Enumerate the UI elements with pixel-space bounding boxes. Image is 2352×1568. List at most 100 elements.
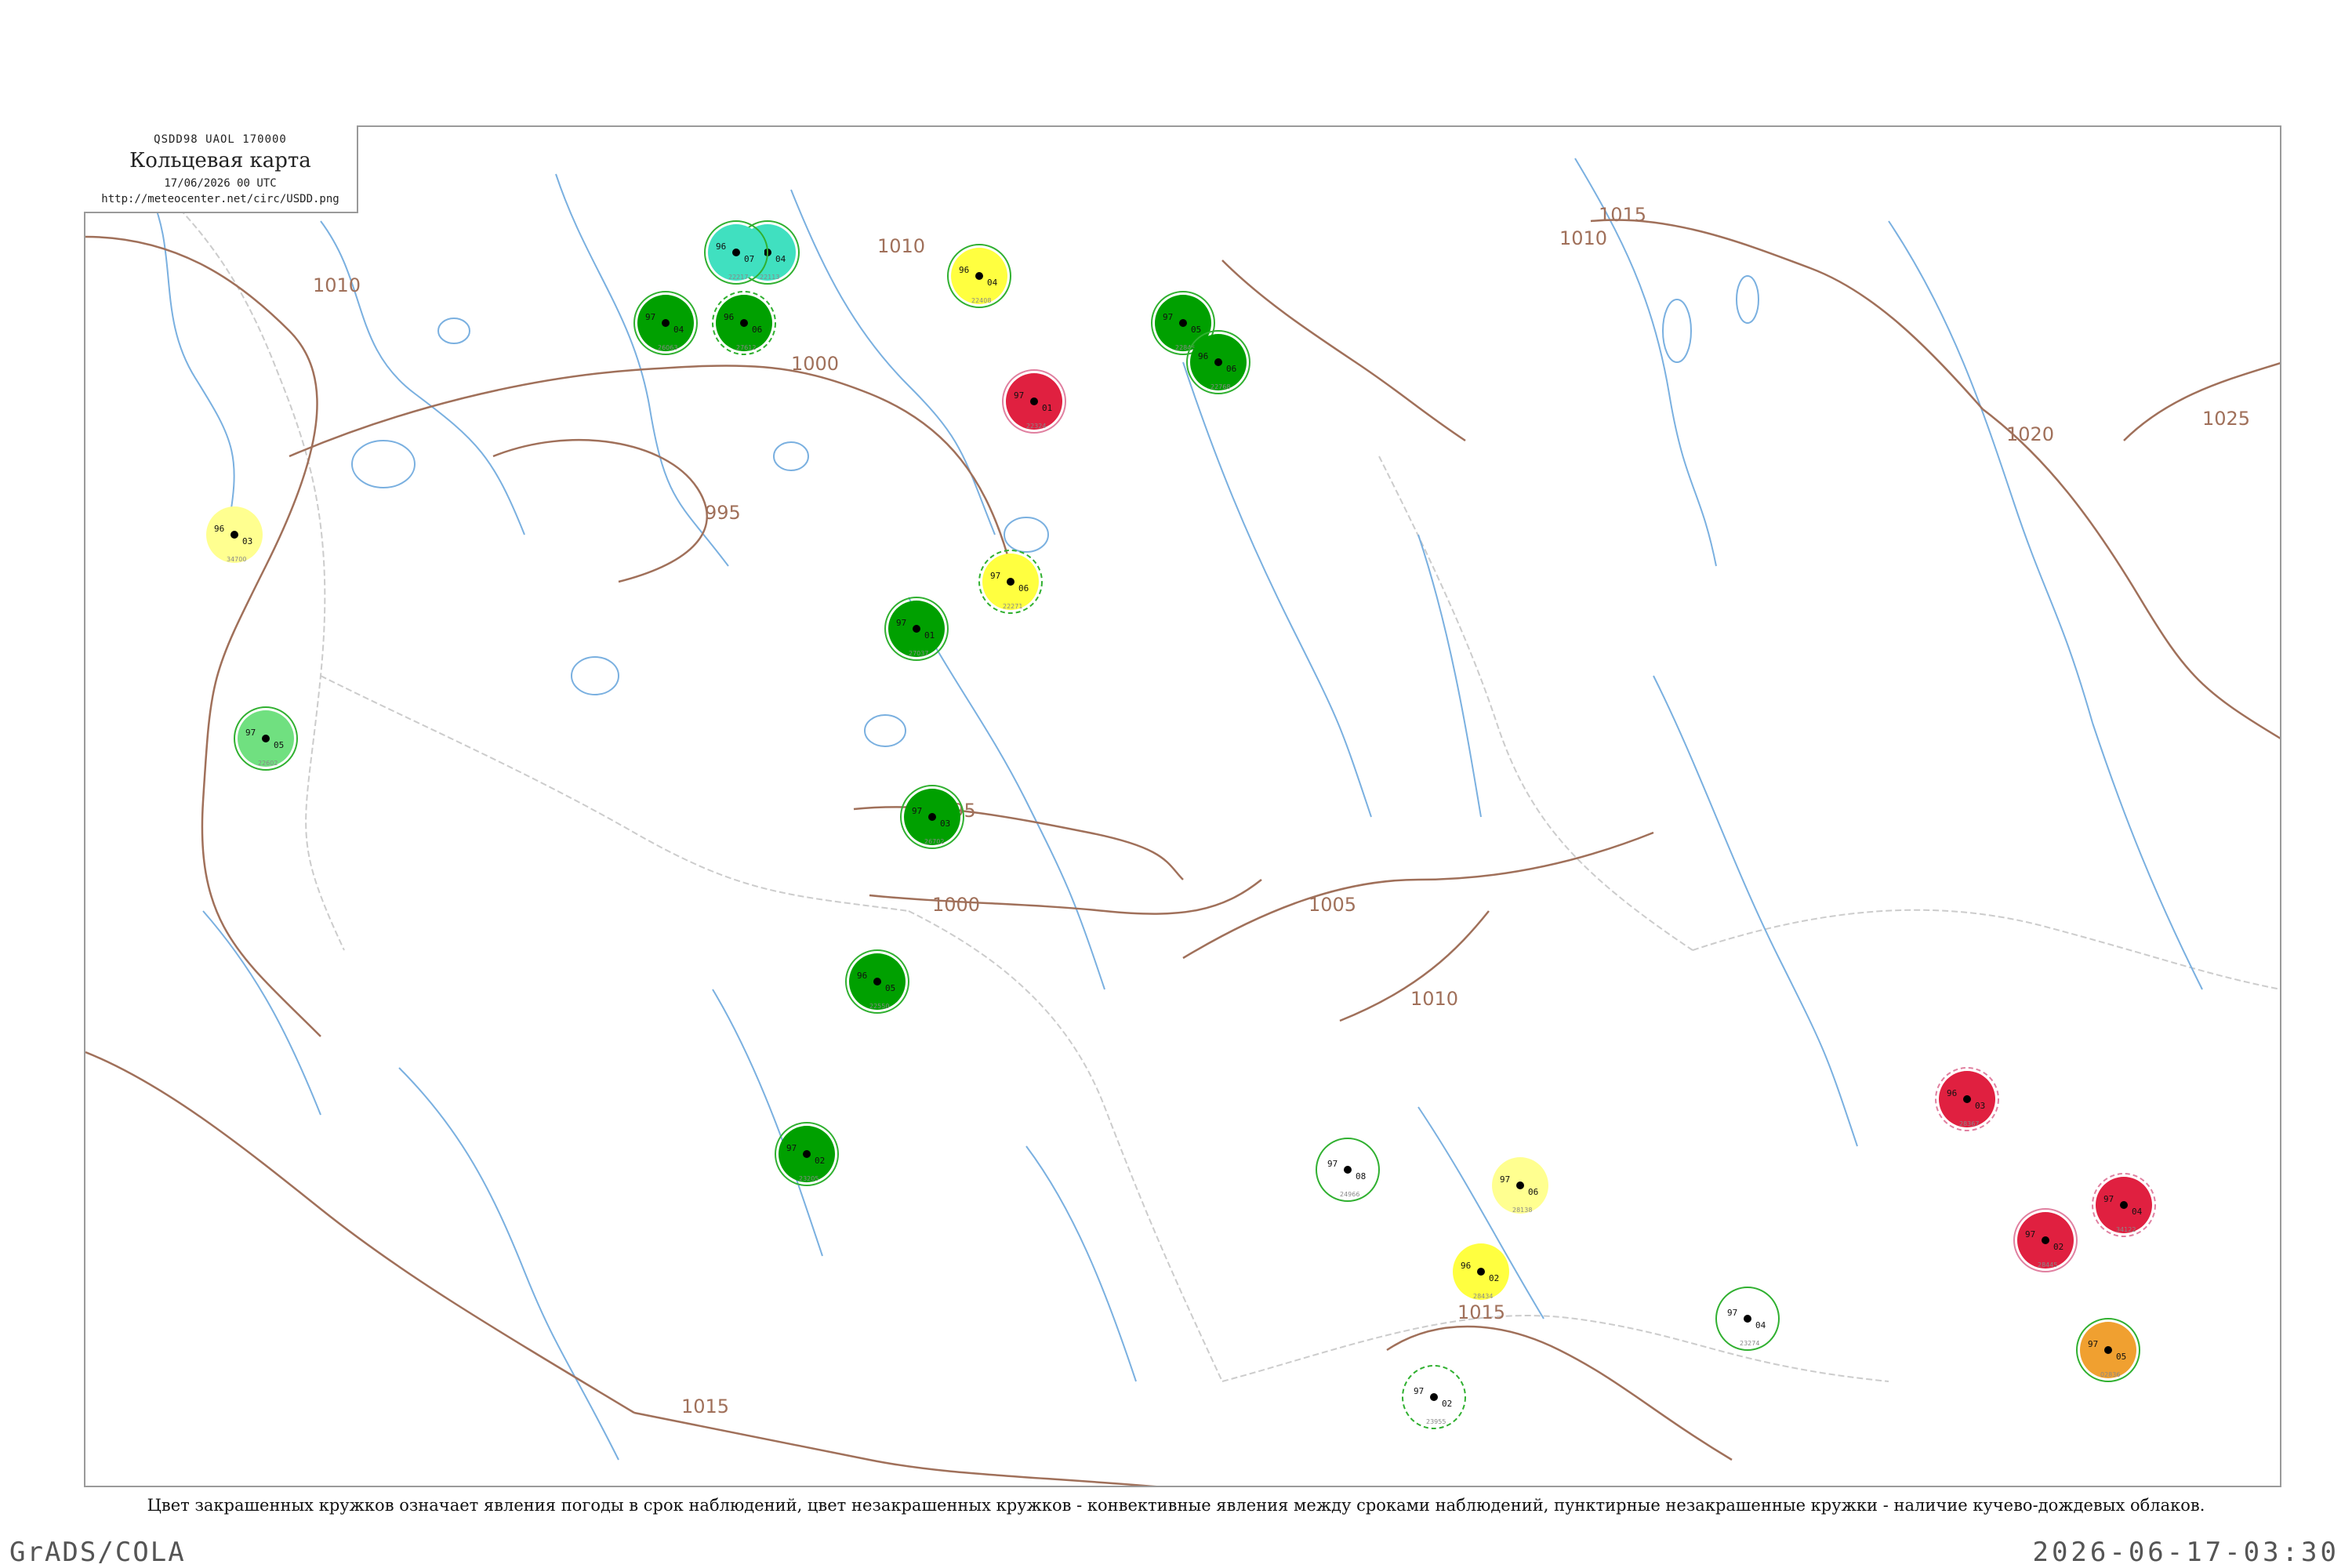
station-value: 97: [1163, 312, 1173, 322]
station-marker[interactable]: 97 06 28138: [1492, 1157, 1548, 1214]
station-dot: [740, 319, 748, 327]
station-value: 96: [1461, 1261, 1471, 1271]
station-value: 97: [912, 806, 922, 816]
station-index: 22217: [728, 274, 748, 281]
station-value: 96: [1947, 1088, 1957, 1098]
footer-software: GrADS/COLA: [9, 1537, 186, 1568]
isobar-line: [85, 235, 321, 1037]
station-marker[interactable]: 97 04 26063: [633, 291, 698, 355]
map-canvas: 1010100099599510001005101010101015102010…: [85, 158, 2280, 1486]
station-dot: [2104, 1346, 2112, 1354]
station-marker[interactable]: 97 02 28445: [2013, 1208, 2078, 1272]
station-marker[interactable]: 97 02 23205: [775, 1122, 839, 1186]
bulletin-code: QSDD98 UAOL 170000: [154, 133, 287, 146]
station-value: 97: [786, 1143, 797, 1153]
station-marker[interactable]: 96 04 22408: [947, 244, 1011, 308]
lake: [1736, 275, 1759, 324]
station-value: 04: [1755, 1320, 1766, 1330]
isobar-label: 1015: [1457, 1301, 1505, 1323]
station-index: 23274: [1740, 1340, 1759, 1347]
map-caption: Цвет закрашенных кружков означает явлени…: [147, 1496, 2205, 1515]
weather-map[interactable]: 1010100099599510001005101010101015102010…: [84, 125, 2281, 1487]
station-index: 27612: [736, 344, 756, 351]
map-url[interactable]: http://meteocenter.net/circ/USDD.png: [84, 193, 357, 205]
map-title: Кольцевая карта: [129, 149, 311, 172]
river-line: [1888, 220, 2093, 724]
station-index: 26063: [658, 344, 677, 351]
station-marker[interactable]: 96 02 28434: [1453, 1243, 1509, 1300]
station-value: 97: [1014, 390, 1024, 401]
station-value: 97: [1327, 1159, 1338, 1169]
station-marker[interactable]: 96 07 22217: [704, 220, 768, 285]
station-marker[interactable]: 97 01 27037: [884, 597, 949, 661]
station-marker[interactable]: 97 04 23274: [1715, 1287, 1780, 1351]
isobar-line: [1221, 260, 1466, 442]
station-value: 03: [1975, 1101, 1985, 1111]
station-marker[interactable]: 97 01 22324: [1002, 369, 1066, 434]
station-marker[interactable]: 96 06 27612: [712, 291, 776, 355]
lake: [437, 318, 470, 344]
station-value: 01: [924, 630, 935, 641]
station-marker[interactable]: 96 03 34700: [206, 506, 263, 563]
station-value: 96: [716, 241, 726, 252]
border-line: [1378, 456, 1693, 951]
station-dot: [662, 319, 670, 327]
station-value: 96: [724, 312, 734, 322]
map-legend-box: QSDD98 UAOL 170000 Кольцевая карта 17/06…: [84, 125, 358, 213]
station-value: 96: [1198, 351, 1208, 361]
isobar-label: 1000: [932, 894, 980, 916]
river-line: [398, 1067, 619, 1461]
station-marker[interactable]: 97 05 02836: [2076, 1318, 2140, 1382]
station-index: 28367: [1959, 1120, 1979, 1127]
station-marker[interactable]: 96 06 22768: [1186, 330, 1250, 394]
river-line: [147, 189, 235, 535]
station-marker[interactable]: 97 03 26702: [900, 785, 964, 849]
lake: [571, 656, 619, 695]
river-line: [1182, 361, 1372, 818]
station-value: 06: [752, 325, 762, 335]
station-value: 07: [744, 254, 754, 264]
station-dot: [1179, 319, 1187, 327]
lake: [1004, 517, 1049, 553]
station-index: 22408: [971, 297, 991, 304]
river-line: [320, 220, 525, 535]
station-dot: [2120, 1201, 2128, 1209]
lake: [864, 714, 906, 747]
station-value: 03: [940, 818, 950, 829]
station-dot: [1214, 358, 1222, 366]
river-line: [1417, 534, 1482, 818]
isobar-label: 1020: [2006, 423, 2054, 445]
station-dot: [1477, 1268, 1485, 1276]
isobar-label: 1010: [313, 274, 361, 296]
station-value: 97: [2088, 1339, 2098, 1349]
lake: [351, 440, 416, 488]
station-dot: [2042, 1236, 2049, 1244]
station-marker[interactable]: 97 06 22271: [978, 550, 1043, 614]
station-value: 05: [885, 983, 895, 993]
station-marker[interactable]: 97 04 34122: [2092, 1173, 2156, 1237]
station-marker[interactable]: 97 02 23955: [1402, 1365, 1466, 1429]
station-dot: [928, 813, 936, 821]
station-value: 96: [959, 265, 969, 275]
isobar-label: 1005: [1308, 894, 1356, 916]
isobar-label: 1025: [2202, 408, 2250, 430]
station-value: 05: [2116, 1352, 2126, 1362]
station-index: 26702: [924, 838, 944, 845]
station-dot: [1744, 1315, 1751, 1323]
station-index: 22768: [1210, 383, 1230, 390]
station-value: 97: [2025, 1229, 2035, 1240]
station-dot: [1963, 1095, 1971, 1103]
station-marker[interactable]: 97 05 22602: [234, 706, 298, 771]
station-dot: [1030, 397, 1038, 405]
station-dot: [803, 1150, 811, 1158]
station-index: 28434: [1473, 1293, 1493, 1300]
station-dot: [975, 272, 983, 280]
footer-timestamp: 2026-06-17-03:30: [2032, 1537, 2339, 1568]
station-value: 96: [857, 971, 867, 981]
isobar-line: [1982, 408, 2280, 739]
station-marker[interactable]: 97 08 24966: [1316, 1138, 1380, 1202]
station-marker[interactable]: 96 05 22550: [845, 949, 909, 1014]
station-value: 01: [1042, 403, 1052, 413]
station-marker[interactable]: 96 03 28367: [1935, 1067, 1999, 1131]
station-index: 28138: [1512, 1207, 1532, 1214]
